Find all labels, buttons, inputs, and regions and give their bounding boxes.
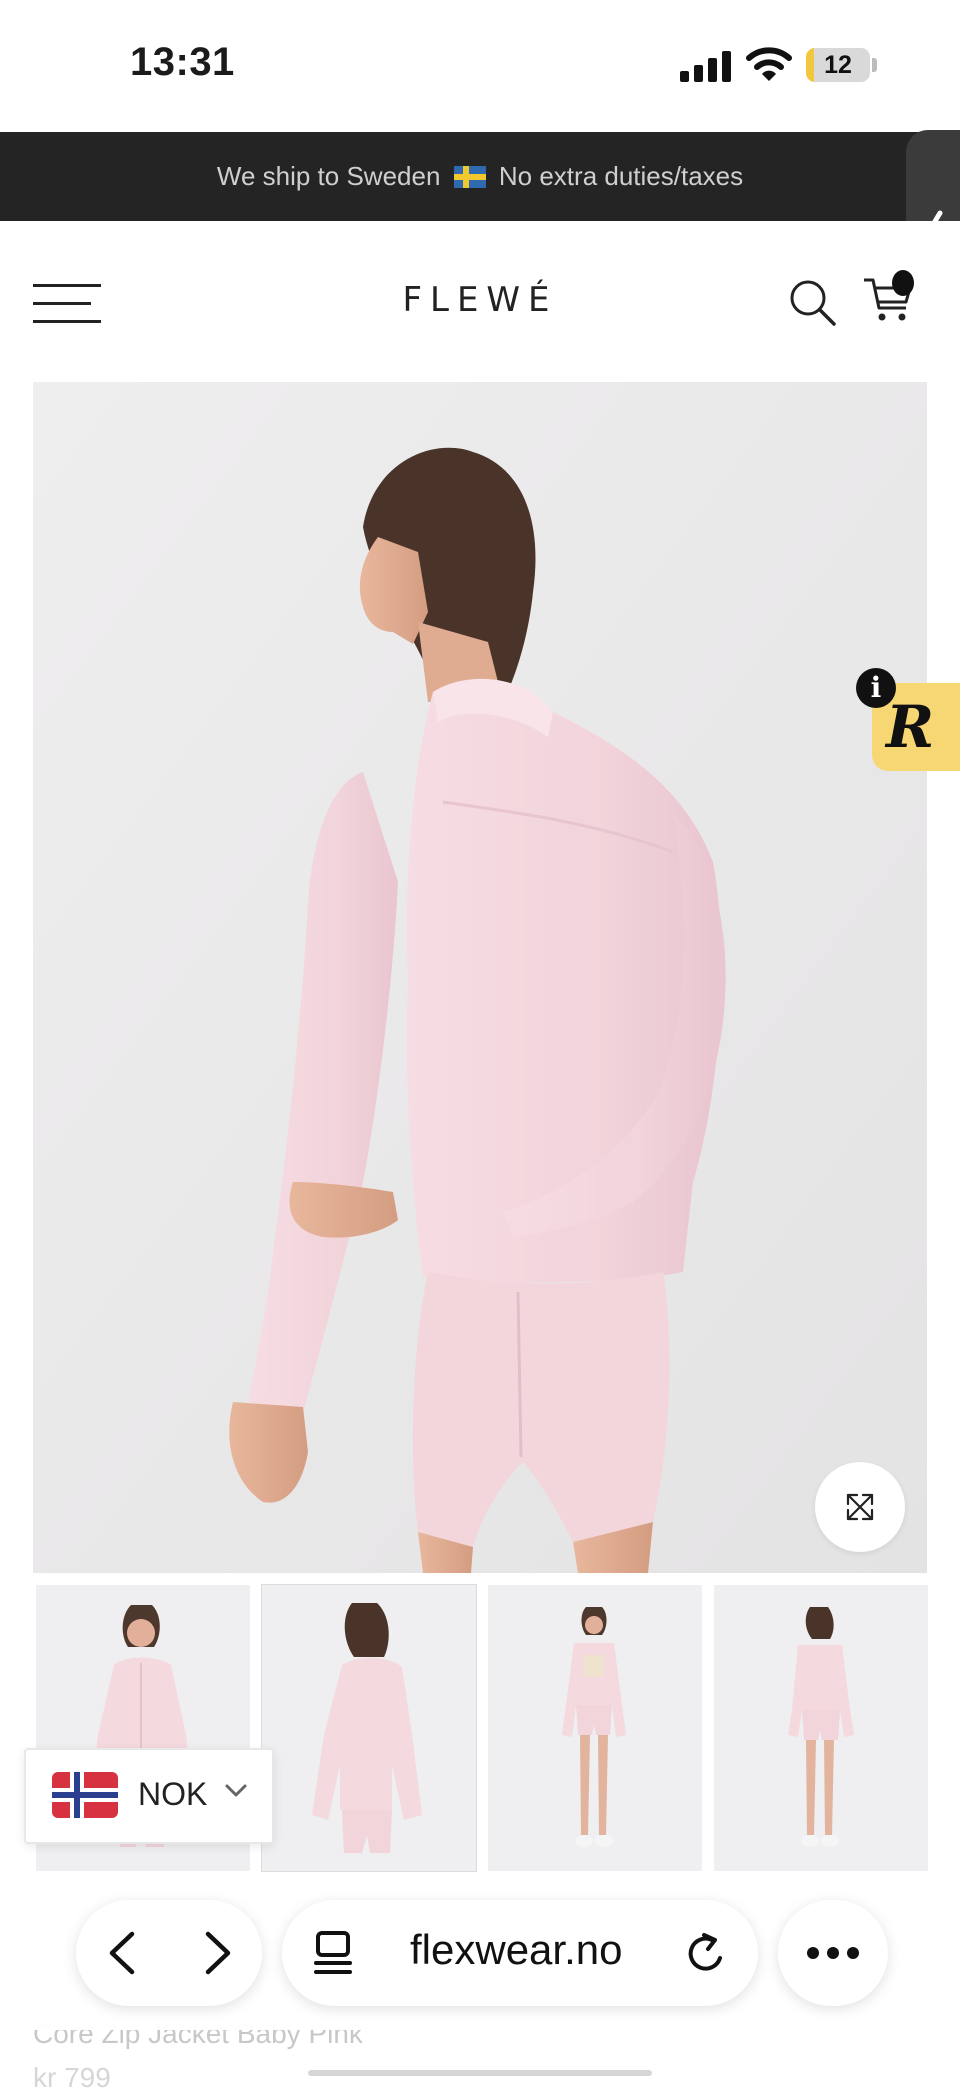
url-text[interactable]: flexwear.no xyxy=(410,1926,622,1974)
thumbnail-back-view[interactable] xyxy=(261,1584,477,1872)
announcement-text: We ship to Sweden No extra duties/taxes xyxy=(216,161,744,191)
reload-icon[interactable] xyxy=(684,1932,728,1976)
product-price: kr 799 xyxy=(33,2062,111,2093)
rewards-r-logo: R xyxy=(886,693,935,761)
cart-count-badge xyxy=(892,270,914,296)
thumbnail-full-back-view[interactable] xyxy=(714,1585,928,1871)
battery-icon: 12 xyxy=(806,48,870,82)
model-back-view-image xyxy=(33,382,927,1573)
sweden-flag-icon xyxy=(453,166,486,188)
product-main-image[interactable] xyxy=(33,382,927,1573)
thumbnail-full-back-image xyxy=(714,1585,928,1871)
thumbnail-full-front-image xyxy=(488,1585,702,1871)
norway-flag-icon xyxy=(52,1772,118,1818)
forward-icon[interactable] xyxy=(202,1930,236,1976)
wifi-icon xyxy=(746,47,792,81)
announcement-bar: We ship to Sweden No extra duties/taxes xyxy=(0,132,960,221)
battery-level: 12 xyxy=(824,51,852,79)
reader-mode-icon[interactable] xyxy=(312,1930,354,1976)
cellular-signal-icon xyxy=(680,50,732,82)
battery-tip xyxy=(872,58,877,72)
more-dots-icon xyxy=(807,1947,859,1959)
status-bar: 13:31 12 xyxy=(0,0,960,132)
currency-code: NOK xyxy=(138,1776,208,1812)
currency-selector[interactable]: NOK xyxy=(24,1748,274,1844)
back-icon[interactable] xyxy=(104,1930,138,1976)
status-time: 13:31 xyxy=(130,40,235,84)
expand-image-button[interactable] xyxy=(815,1462,905,1552)
thumbnail-full-front-view[interactable] xyxy=(488,1585,702,1871)
expand-icon xyxy=(846,1493,874,1521)
info-icon[interactable]: i xyxy=(856,668,896,708)
search-icon[interactable] xyxy=(788,278,838,328)
chevron-down-icon xyxy=(225,1784,247,1797)
home-indicator xyxy=(308,2070,652,2076)
thumbnail-back-image xyxy=(262,1585,476,1871)
